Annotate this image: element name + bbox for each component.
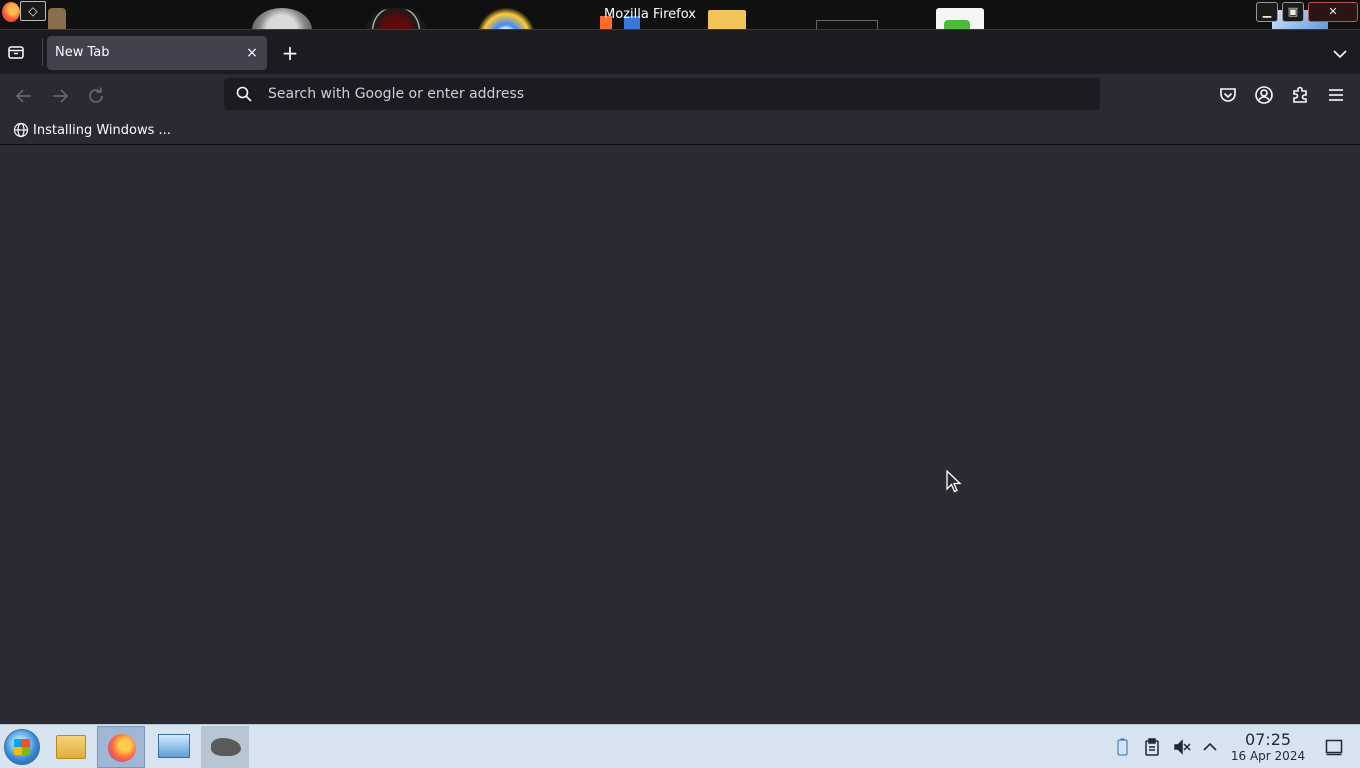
minimize-button[interactable]: ▁ [1256, 2, 1278, 22]
firefox-logo-icon [2, 2, 20, 22]
window-menu-button[interactable]: ◇ [20, 1, 46, 21]
mouse-pointer-icon [946, 470, 962, 493]
pocket-icon [1220, 88, 1236, 102]
extensions-button[interactable] [1289, 84, 1311, 106]
desktop-thumbnail [252, 8, 312, 29]
system-clock[interactable]: 07:25 16 Apr 2024 [1226, 730, 1310, 764]
clock-date: 16 Apr 2024 [1230, 749, 1306, 763]
tab-strip: New Tab × + [0, 30, 1360, 74]
tab-title: New Tab [55, 45, 110, 60]
volume-muted-icon [1174, 739, 1191, 755]
tab-close-button[interactable]: × [243, 43, 261, 63]
desktop-thumbnail [366, 8, 426, 29]
taskbar-firefox[interactable] [97, 726, 145, 768]
navigation-toolbar [0, 74, 1360, 116]
gimp-icon [211, 738, 241, 756]
taskbar-file-manager[interactable] [48, 726, 96, 768]
reload-button[interactable] [84, 84, 108, 108]
tab-new-tab[interactable]: New Tab × [47, 36, 267, 70]
firefox-view-button[interactable] [6, 42, 32, 64]
app-menu-button[interactable] [1325, 84, 1347, 106]
puzzle-icon [1293, 86, 1307, 103]
page-content[interactable] [0, 146, 1360, 724]
window-titlebar: ◇ Mozilla Firefox ▁ ▣ ✕ [0, 0, 1360, 30]
address-bar[interactable] [224, 78, 1100, 110]
tray-volume[interactable] [1172, 737, 1192, 757]
hamburger-menu-icon [1329, 89, 1343, 101]
notification-icon [1325, 739, 1343, 756]
chevron-up-icon [1203, 742, 1217, 751]
list-all-tabs-button[interactable] [1330, 44, 1350, 64]
chevron-down-icon [1333, 50, 1347, 59]
battery-icon [1117, 738, 1128, 756]
back-button[interactable] [12, 84, 36, 108]
tray-clipboard[interactable] [1142, 737, 1162, 757]
url-input[interactable] [268, 78, 1088, 110]
desktop-thumbnail [48, 8, 66, 29]
new-tab-button[interactable]: + [279, 42, 301, 64]
reload-icon [89, 87, 103, 103]
firefox-view-icon [8, 46, 24, 59]
tab-divider [42, 38, 43, 66]
forward-button[interactable] [48, 84, 72, 108]
account-icon [1255, 86, 1273, 104]
firefox-icon [108, 734, 136, 762]
folder-icon [56, 735, 86, 759]
window-title: Mozilla Firefox [604, 7, 696, 22]
bookmarks-toolbar: Installing Windows ... [0, 116, 1360, 145]
start-menu-button[interactable] [4, 729, 40, 765]
account-button[interactable] [1253, 84, 1275, 106]
save-to-pocket-button[interactable] [1217, 84, 1239, 106]
globe-icon [13, 122, 29, 138]
desktop-thumbnail [936, 8, 984, 29]
taskbar: 07:25 16 Apr 2024 [0, 724, 1360, 768]
maximize-button[interactable]: ▣ [1282, 2, 1304, 22]
desktop-thumbnail [816, 20, 878, 29]
monitor-icon [158, 734, 190, 758]
tray-expand-button[interactable] [1200, 737, 1220, 757]
clock-time: 07:25 [1244, 730, 1292, 749]
close-window-button[interactable]: ✕ [1308, 2, 1358, 22]
desktop-thumbnail [478, 6, 534, 29]
taskbar-remote-desktop[interactable] [149, 726, 197, 768]
clipboard-icon [1145, 738, 1159, 756]
search-icon [236, 86, 252, 102]
taskbar-gimp[interactable] [201, 726, 249, 768]
arrow-left-icon [15, 89, 31, 103]
arrow-right-icon [53, 89, 69, 103]
bookmark-item[interactable]: Installing Windows ... [8, 119, 171, 141]
tray-battery[interactable] [1112, 737, 1132, 757]
show-desktop-button[interactable] [1324, 737, 1344, 757]
bookmark-label: Installing Windows ... [33, 122, 171, 138]
